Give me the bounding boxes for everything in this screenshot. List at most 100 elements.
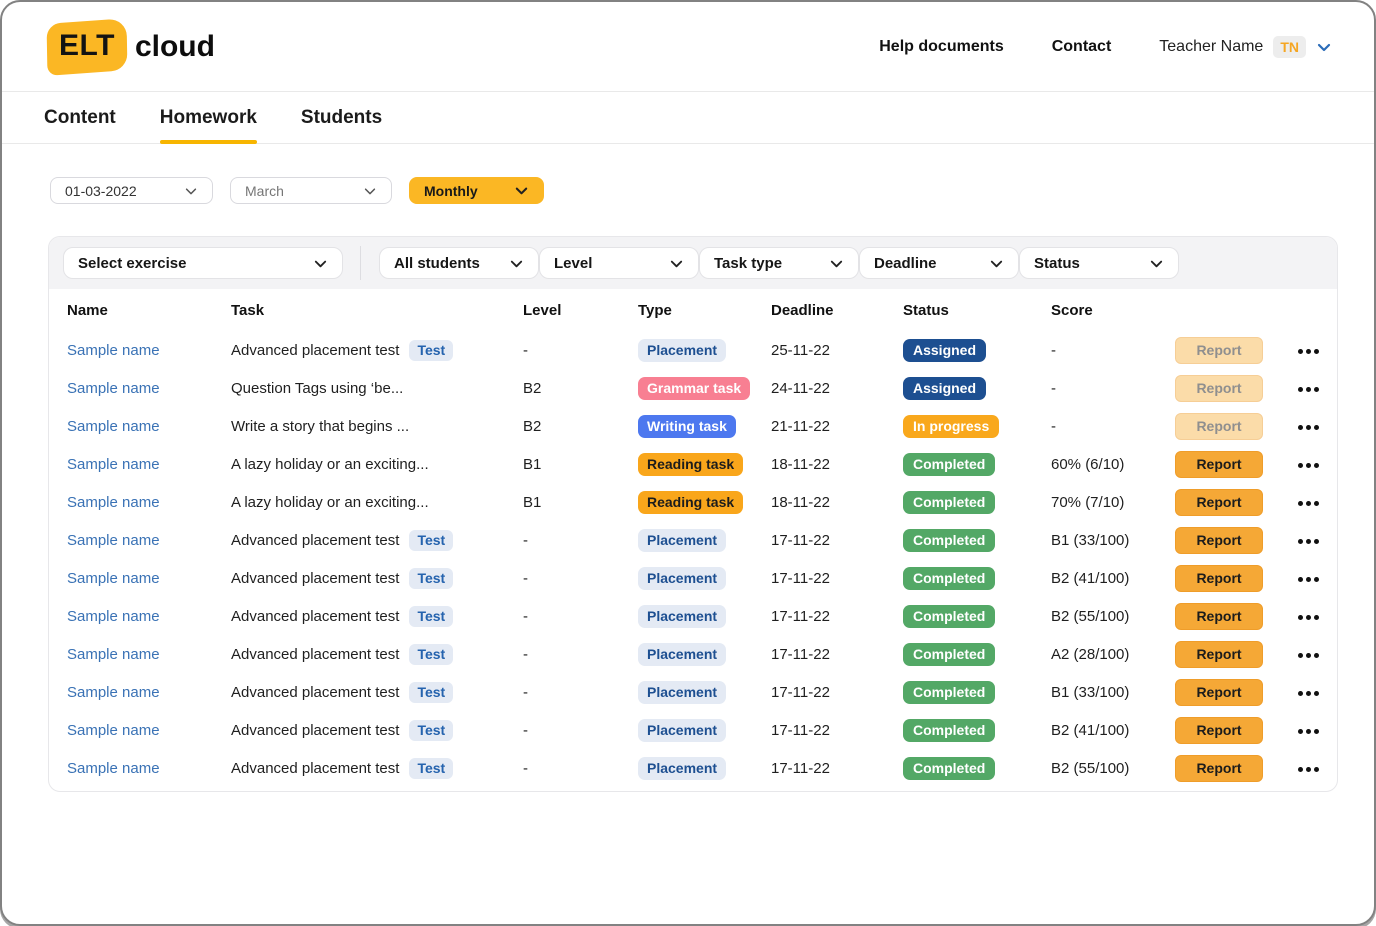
task-title: Advanced placement test — [231, 684, 399, 701]
test-badge: Test — [409, 720, 453, 741]
month-dropdown-value: March — [245, 183, 284, 199]
ellipsis-icon[interactable] — [1296, 533, 1321, 550]
type-badge: Placement — [638, 529, 726, 552]
type-badge: Placement — [638, 643, 726, 666]
task-title: Advanced placement test — [231, 722, 399, 739]
ellipsis-icon[interactable] — [1296, 609, 1321, 626]
tab-students[interactable]: Students — [301, 92, 382, 143]
status-badge: Completed — [903, 719, 995, 742]
status-badge: Completed — [903, 681, 995, 704]
report-button[interactable]: Report — [1175, 717, 1263, 744]
user-menu[interactable]: Teacher Name TN — [1159, 36, 1332, 58]
ellipsis-icon[interactable] — [1296, 457, 1321, 474]
logo-elt-mark: ELT — [47, 18, 128, 76]
table-row: Sample name Write a story that begins ..… — [49, 407, 1337, 445]
chevron-down-icon — [989, 256, 1004, 271]
ellipsis-icon[interactable] — [1296, 419, 1321, 436]
report-button[interactable]: Report — [1175, 679, 1263, 706]
date-dropdown[interactable]: 01-03-2022 — [50, 177, 213, 204]
contact-link[interactable]: Contact — [1052, 38, 1112, 56]
table-row: Sample name Advanced placement testTest … — [49, 559, 1337, 597]
report-button[interactable]: Report — [1175, 603, 1263, 630]
student-name-link[interactable]: Sample name — [67, 418, 160, 435]
test-badge: Test — [409, 758, 453, 779]
column-header-level: Level — [523, 302, 638, 319]
level-value: B1 — [523, 494, 638, 511]
tab-content[interactable]: Content — [44, 92, 116, 143]
chevron-down-icon — [829, 256, 844, 271]
report-button: Report — [1175, 375, 1263, 402]
status-dropdown[interactable]: Status — [1019, 247, 1179, 279]
student-name-link[interactable]: Sample name — [67, 342, 160, 359]
ellipsis-icon[interactable] — [1296, 343, 1321, 360]
task-title: Advanced placement test — [231, 608, 399, 625]
student-name-link[interactable]: Sample name — [67, 570, 160, 587]
student-name-link[interactable]: Sample name — [67, 494, 160, 511]
period-dropdown[interactable]: Monthly — [409, 177, 544, 204]
test-badge: Test — [409, 568, 453, 589]
tab-homework[interactable]: Homework — [160, 92, 257, 143]
level-value: - — [523, 722, 638, 739]
report-button[interactable]: Report — [1175, 451, 1263, 478]
table-filter-bar: Select exercise All students Level Task — [49, 237, 1337, 289]
column-header-score: Score — [1051, 302, 1175, 319]
report-button: Report — [1175, 337, 1263, 364]
deadline-dropdown[interactable]: Deadline — [859, 247, 1019, 279]
student-name-link[interactable]: Sample name — [67, 646, 160, 663]
type-badge: Placement — [638, 719, 726, 742]
report-button[interactable]: Report — [1175, 565, 1263, 592]
status-badge: Completed — [903, 605, 995, 628]
chevron-down-icon — [1316, 39, 1332, 55]
table-header-row: Name Task Level Type Deadline Status Sco… — [49, 289, 1337, 331]
chevron-down-icon — [669, 256, 684, 271]
level-value: B1 — [523, 456, 638, 473]
type-badge: Placement — [638, 757, 726, 780]
level-value: B2 — [523, 418, 638, 435]
ellipsis-icon[interactable] — [1296, 685, 1321, 702]
task-type-dropdown[interactable]: Task type — [699, 247, 859, 279]
ellipsis-icon[interactable] — [1296, 647, 1321, 664]
score-value: 70% (7/10) — [1051, 494, 1175, 511]
report-button[interactable]: Report — [1175, 641, 1263, 668]
ellipsis-icon[interactable] — [1296, 761, 1321, 778]
level-dropdown[interactable]: Level — [539, 247, 699, 279]
month-dropdown[interactable]: March — [230, 177, 392, 204]
column-header-type: Type — [638, 302, 771, 319]
table-row: Sample name Advanced placement testTest … — [49, 521, 1337, 559]
student-name-link[interactable]: Sample name — [67, 608, 160, 625]
student-name-link[interactable]: Sample name — [67, 684, 160, 701]
select-exercise-label: Select exercise — [78, 255, 186, 272]
test-badge: Test — [409, 682, 453, 703]
type-badge: Reading task — [638, 453, 743, 476]
ellipsis-icon[interactable] — [1296, 495, 1321, 512]
help-documents-link[interactable]: Help documents — [879, 38, 1003, 56]
level-value: - — [523, 646, 638, 663]
student-name-link[interactable]: Sample name — [67, 532, 160, 549]
score-value: 60% (6/10) — [1051, 456, 1175, 473]
task-type-label: Task type — [714, 255, 782, 272]
status-filter-label: Status — [1034, 255, 1080, 272]
all-students-dropdown[interactable]: All students — [379, 247, 539, 279]
deadline-value: 17-11-22 — [771, 608, 903, 625]
report-button[interactable]: Report — [1175, 755, 1263, 782]
status-badge: Completed — [903, 491, 995, 514]
score-value: A2 (28/100) — [1051, 646, 1175, 663]
level-value: - — [523, 570, 638, 587]
chevron-down-icon — [509, 256, 524, 271]
report-button[interactable]: Report — [1175, 527, 1263, 554]
table-row: Sample name Advanced placement testTest … — [49, 597, 1337, 635]
ellipsis-icon[interactable] — [1296, 571, 1321, 588]
student-name-link[interactable]: Sample name — [67, 456, 160, 473]
ellipsis-icon[interactable] — [1296, 723, 1321, 740]
logo: ELT cloud — [47, 21, 215, 73]
type-badge: Placement — [638, 605, 726, 628]
select-exercise-dropdown[interactable]: Select exercise — [63, 247, 343, 279]
report-button[interactable]: Report — [1175, 489, 1263, 516]
column-header-name: Name — [67, 302, 231, 319]
student-name-link[interactable]: Sample name — [67, 760, 160, 777]
student-name-link[interactable]: Sample name — [67, 380, 160, 397]
score-value: B1 (33/100) — [1051, 684, 1175, 701]
student-name-link[interactable]: Sample name — [67, 722, 160, 739]
ellipsis-icon[interactable] — [1296, 381, 1321, 398]
logo-elt-text: ELT — [59, 29, 115, 63]
